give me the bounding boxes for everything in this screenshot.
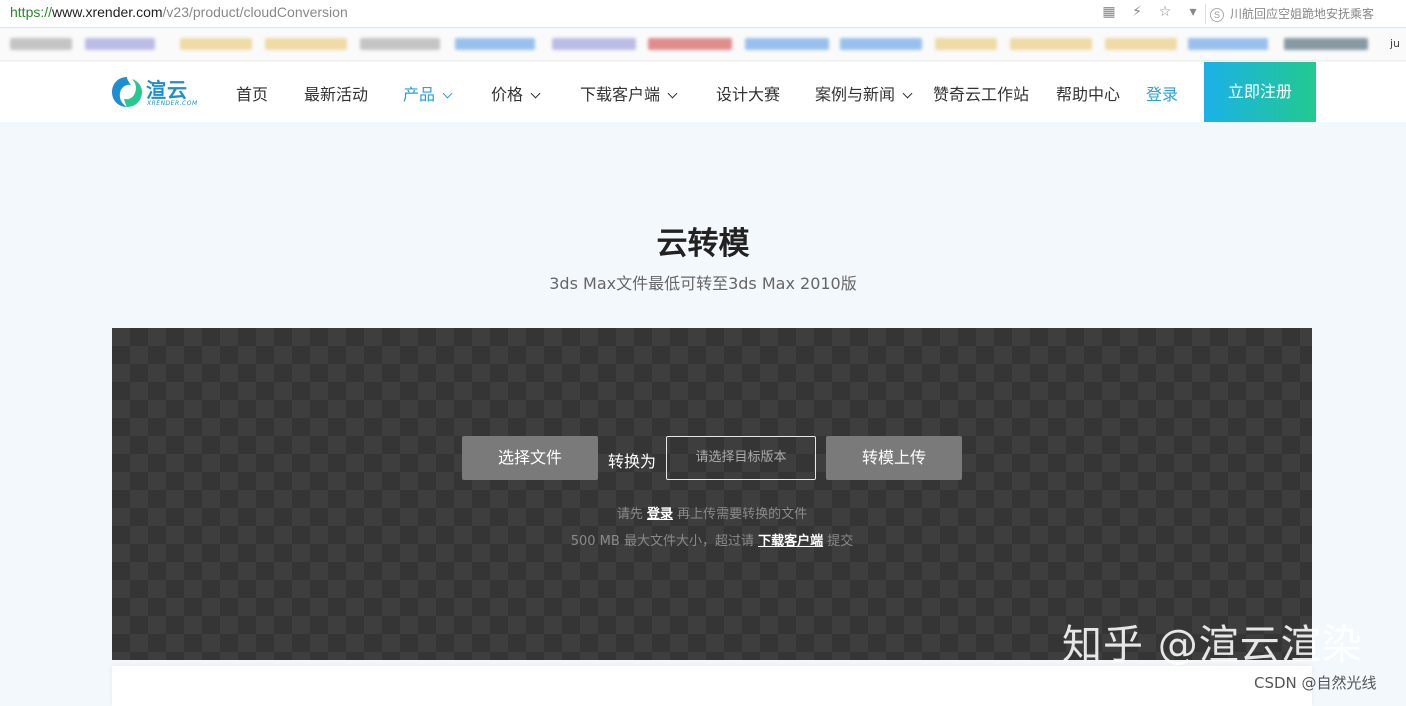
url-scheme: https:// (10, 4, 53, 20)
dropdown-arrow-icon[interactable]: ▾ (1185, 4, 1201, 20)
login-hint: 请先 登录 再上传需要转换的文件 (112, 503, 1312, 522)
logo-text: 渲云 (146, 78, 188, 102)
chevron-down-icon (902, 88, 913, 99)
browser-address-bar: https://www.xrender.com/v23/product/clou… (0, 0, 1406, 28)
site-header: 渲云 XRENDER.COM 首页 最新活动 产品 价格 下载客户端 设计大赛 … (0, 62, 1406, 122)
nav-home-label: 首页 (236, 85, 269, 104)
hint-download-client-link[interactable]: 下载客户端 (758, 534, 823, 549)
nav-products-label: 产品 (403, 85, 436, 104)
search-hint-text: 川航回应空姐跪地安抚乘客 (1230, 7, 1375, 21)
bookmark-item[interactable] (1284, 38, 1368, 50)
size-hint: 500 MB 最大文件大小，超过请 下载客户端 提交 (112, 530, 1312, 549)
bookmark-item[interactable] (745, 38, 829, 50)
zhihu-watermark: 知乎 @渲云渲染 (1062, 622, 1363, 668)
bookmark-item[interactable] (1010, 38, 1092, 50)
star-icon[interactable]: ☆ (1157, 4, 1173, 20)
bookmark-overflow[interactable]: ju (1390, 37, 1400, 50)
browser-tools: ▦ ⚡ ☆ ▾ (1101, 4, 1201, 20)
convert-upload-button[interactable]: 转模上传 (826, 436, 962, 480)
nav-latest-events-label: 最新活动 (304, 85, 369, 104)
bookmark-item[interactable] (265, 38, 347, 50)
size-hint-pre: 500 MB 最大文件大小，超过请 (570, 534, 759, 549)
csdn-watermark: CSDN @自然光线 (1254, 674, 1377, 692)
nav-home[interactable]: 首页 (236, 81, 268, 105)
site-logo[interactable]: 渲云 XRENDER.COM (110, 74, 202, 110)
nav-cloud-workstation[interactable]: 赞奇云工作站 (933, 81, 1029, 105)
nav-help-center[interactable]: 帮助中心 (1056, 81, 1120, 105)
bookmark-item[interactable] (1188, 38, 1268, 50)
bookmark-item[interactable] (840, 38, 922, 50)
nav-products[interactable]: 产品 (403, 81, 453, 105)
bookmark-item[interactable] (360, 38, 440, 50)
logo-subtext: XRENDER.COM (147, 100, 198, 107)
nav-design-contest-label: 设计大赛 (716, 85, 781, 104)
upload-panel: 选择文件 转换为 请选择目标版本 转模上传 请先 登录 再上传需要转换的文件 5… (112, 328, 1312, 660)
qr-code-icon[interactable]: ▦ (1101, 4, 1117, 20)
nav-cases-news[interactable]: 案例与新闻 (815, 81, 913, 105)
target-version-select[interactable]: 请选择目标版本 (666, 436, 816, 480)
choose-file-button[interactable]: 选择文件 (462, 436, 598, 480)
register-button[interactable]: 立即注册 (1204, 62, 1316, 122)
bookmarks-bar: ju (0, 29, 1406, 61)
page-subtitle: 3ds Max文件最低可转至3ds Max 2010版 (549, 274, 857, 293)
toolbar-divider (1205, 4, 1206, 24)
page-title: 云转模 (656, 226, 750, 262)
bookmark-item[interactable] (455, 38, 535, 50)
convert-to-label: 转换为 (608, 452, 657, 471)
login-hint-post: 再上传需要转换的文件 (673, 507, 808, 522)
chevron-down-icon (667, 88, 678, 99)
bookmark-item[interactable] (85, 38, 155, 50)
login-hint-pre: 请先 (616, 507, 647, 522)
chevron-down-icon (442, 88, 453, 99)
logo-mark-icon (112, 77, 142, 107)
bookmark-item[interactable] (648, 38, 732, 50)
bookmark-item[interactable] (552, 38, 636, 50)
nav-download-client[interactable]: 下载客户端 (580, 81, 678, 105)
nav-design-contest[interactable]: 设计大赛 (716, 81, 780, 105)
nav-pricing-label: 价格 (491, 85, 524, 104)
nav-cases-news-label: 案例与新闻 (815, 85, 896, 104)
sogou-icon: S (1210, 8, 1224, 22)
hint-login-link[interactable]: 登录 (647, 507, 673, 522)
nav-help-center-label: 帮助中心 (1056, 85, 1121, 104)
url-host: www.xrender.com (52, 4, 163, 20)
bookmark-item[interactable] (10, 38, 72, 50)
bookmark-item[interactable] (180, 38, 252, 50)
url-path: /v23/product/cloudConversion (162, 4, 348, 20)
search-hint[interactable]: S 川航回应空姐跪地安抚乘客 (1210, 5, 1374, 22)
bookmark-item[interactable] (935, 38, 997, 50)
lightning-icon[interactable]: ⚡ (1129, 4, 1145, 20)
nav-cloud-workstation-label: 赞奇云工作站 (933, 85, 1030, 104)
bookmark-item[interactable] (1105, 38, 1177, 50)
chevron-down-icon (530, 88, 541, 99)
nav-latest-events[interactable]: 最新活动 (304, 81, 368, 105)
content-card (112, 666, 1312, 706)
login-link[interactable]: 登录 (1146, 81, 1178, 105)
url-field[interactable]: https://www.xrender.com/v23/product/clou… (10, 4, 348, 20)
size-hint-post: 提交 (823, 534, 854, 549)
nav-pricing[interactable]: 价格 (491, 81, 541, 105)
nav-download-client-label: 下载客户端 (580, 85, 661, 104)
